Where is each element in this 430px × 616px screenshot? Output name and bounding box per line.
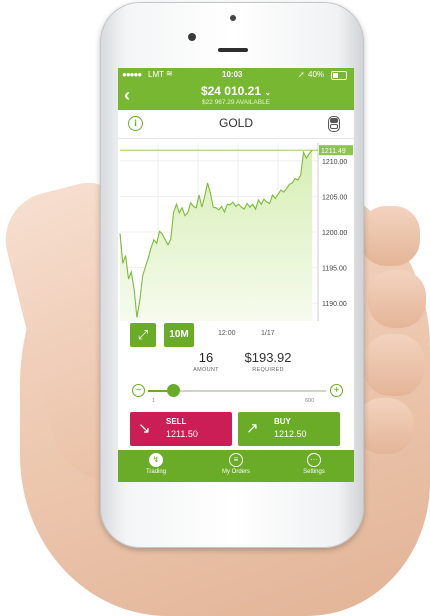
amount-label: AMOUNT — [193, 367, 219, 373]
y-tick-label: 1210.00 — [322, 159, 347, 166]
account-header: ‹ $24 010.21 ⌄ $22 967.29 AVAILABLE — [118, 82, 354, 110]
info-icon[interactable]: i — [128, 116, 143, 131]
required-value: $193.92 — [244, 350, 292, 365]
slider-max-label: 600 — [305, 398, 315, 404]
hand-finger — [364, 334, 424, 396]
buy-button[interactable]: ↗ BUY 1212.50 — [238, 412, 340, 446]
toggle-icon[interactable] — [328, 116, 340, 132]
sell-label: SELL — [166, 417, 187, 426]
x-tick-label: 1/17 — [261, 330, 275, 337]
tab-label: Settings — [303, 469, 325, 475]
price-area — [120, 150, 312, 321]
amount-slider-thumb[interactable] — [166, 384, 180, 397]
balance-value: $24 010.21 — [200, 84, 261, 98]
increase-amount-button[interactable]: + — [330, 384, 343, 397]
wifi-icon: ≋ — [166, 69, 173, 78]
buy-price: 1212.50 — [274, 429, 307, 439]
hand-finger — [368, 270, 426, 328]
asset-title: GOLD — [218, 116, 253, 130]
phone-sensor — [230, 15, 236, 21]
sell-price: 1211.50 — [166, 429, 198, 439]
sell-button[interactable]: ↘ SELL 1211.50 — [130, 412, 232, 446]
slider-min-label: 1 — [152, 398, 156, 404]
balance-dropdown[interactable]: $24 010.21 ⌄ — [178, 84, 294, 98]
trend-up-icon: ↗ — [246, 420, 259, 437]
price-chart-svg: 1210.00 1205.00 1200.00 1195.00 1190.00 1211.… — [119, 143, 353, 321]
current-price-label: 1211.49 — [321, 148, 346, 155]
required-label: REQUIRED — [252, 367, 284, 373]
expand-icon: ⤢ — [137, 327, 149, 342]
hand-finger — [360, 206, 420, 266]
y-tick-label: 1205.00 — [322, 194, 347, 201]
orders-icon: ≡ — [229, 453, 243, 467]
carrier-label: LMT — [148, 70, 164, 79]
price-chart[interactable]: 1210.00 1205.00 1200.00 1195.00 1190.00 1211.… — [118, 138, 354, 325]
tab-my-orders[interactable]: ≡ My Orders — [206, 450, 266, 482]
tab-settings[interactable]: ··· Settings — [284, 450, 344, 482]
tab-label: Trading — [145, 469, 167, 475]
settings-icon: ··· — [307, 453, 321, 467]
app-screen: ●●●●● LMT ≋ 10:03 ➚ 40% ‹ $24 010.21 ⌄ $… — [118, 68, 354, 482]
status-bar: ●●●●● LMT ≋ 10:03 ➚ 40% — [118, 68, 354, 82]
clock: 10:03 — [222, 70, 243, 79]
tab-trading[interactable]: ↯ Trading — [126, 450, 186, 482]
hand-finger — [356, 398, 414, 454]
available-balance: $22 967.29 AVAILABLE — [201, 99, 271, 106]
battery-icon — [331, 71, 347, 80]
tab-label: My Orders — [221, 469, 250, 475]
y-tick-label: 1200.00 — [322, 230, 347, 237]
trend-down-icon: ↘ — [138, 420, 151, 437]
trading-icon: ↯ — [149, 453, 163, 467]
back-chevron-icon[interactable]: ‹ — [124, 85, 130, 106]
y-tick-label: 1190.00 — [322, 301, 347, 308]
x-tick-label: 12:00 — [218, 330, 236, 337]
phone-speaker — [218, 48, 248, 52]
signal-icon: ●●●●● — [122, 70, 142, 79]
phone-front-camera — [188, 33, 196, 41]
y-tick-label: 1195.00 — [322, 266, 347, 273]
expand-chart-button[interactable]: ⤢ — [130, 323, 156, 347]
buy-label: BUY — [274, 417, 291, 426]
amount-value[interactable]: 16 — [188, 350, 224, 365]
chevron-down-icon: ⌄ — [264, 88, 272, 97]
decrease-amount-button[interactable]: − — [132, 384, 145, 397]
battery-percent: 40% — [308, 70, 325, 79]
timeframe-button[interactable]: 10M — [164, 323, 194, 347]
location-icon: ➚ — [298, 70, 305, 79]
